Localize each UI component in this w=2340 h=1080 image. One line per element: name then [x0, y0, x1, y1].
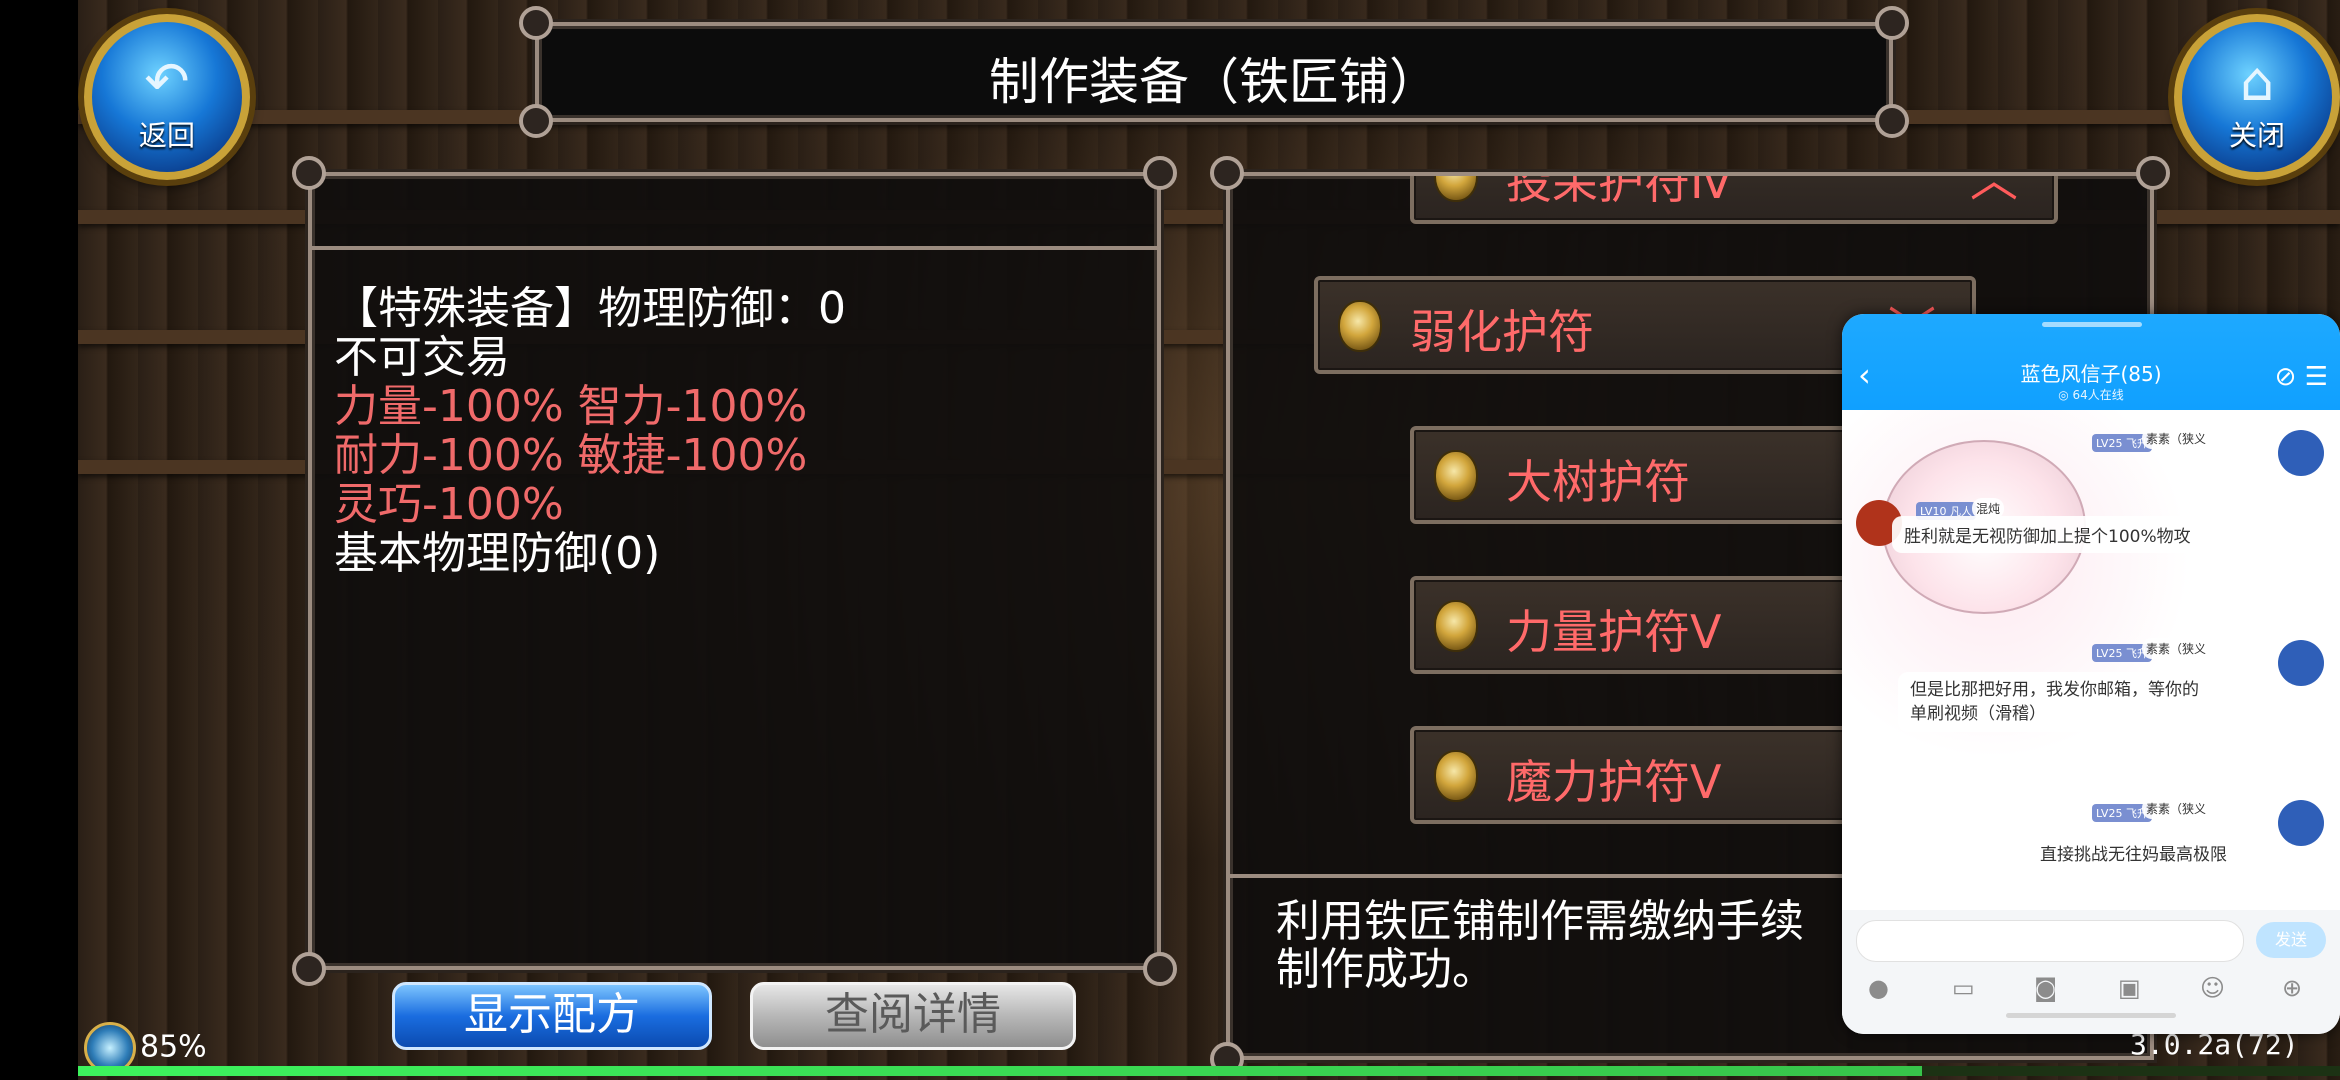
item-stat-line: 不可交易 [334, 332, 510, 383]
image-icon[interactable]: ▭ [1952, 974, 1975, 1002]
tag-icon[interactable]: ⊘ [2275, 362, 2297, 392]
chat-title: 蓝色风信子(85) [2020, 362, 2162, 386]
avatar[interactable] [2278, 800, 2324, 846]
loading-progress-bar [78, 1066, 2340, 1076]
mic-icon[interactable]: ● [1868, 974, 1889, 1002]
corner-ornament [519, 104, 553, 138]
corner-ornament [1143, 952, 1177, 986]
corner-ornament [1143, 156, 1177, 190]
page-title: 制作装备（铁匠铺） [989, 53, 1439, 111]
drag-handle[interactable] [2042, 322, 2142, 327]
send-button[interactable]: 发送 [2256, 922, 2326, 958]
menu-icon[interactable]: ☰ [2305, 362, 2328, 392]
camera-icon[interactable]: ◙ [2034, 974, 2057, 1002]
recipe-item[interactable]: 投呆护符Ⅳ ︿ [1410, 176, 2058, 224]
sender-name: 素素（狭义 [2142, 428, 2211, 449]
avatar[interactable] [2278, 430, 2324, 476]
corner-ornament [1875, 6, 1909, 40]
close-button[interactable]: ⌂ 关闭 [2174, 14, 2340, 180]
chevron-up-icon[interactable]: ︿ [1970, 176, 2018, 210]
plus-icon[interactable]: ⊕ [2282, 974, 2302, 1002]
amulet-icon [1434, 750, 1478, 802]
item-stat-line: 灵巧-100% [334, 479, 564, 530]
chat-header-actions: ⊘ ☰ [2275, 362, 2328, 392]
amulet-icon [1434, 600, 1478, 652]
show-recipe-button[interactable]: 显示配方 [392, 982, 712, 1050]
view-details-button[interactable]: 查阅详情 [750, 982, 1076, 1050]
recipe-item-label: 投呆护符Ⅳ [1506, 176, 1733, 209]
amulet-icon [1434, 450, 1478, 502]
amulet-icon [1338, 300, 1382, 352]
avatar[interactable] [2278, 640, 2324, 686]
corner-ornament [292, 156, 326, 190]
chat-message: 但是比那把好用，我发你邮箱，等你的单刷视频（滑稽） [1898, 672, 2222, 732]
back-arrow-icon: ↶ [144, 50, 190, 113]
chat-header: ‹ 蓝色风信子(85) ◎ 64人在线 ⊘ ☰ [1842, 314, 2340, 410]
item-stat-line: 耐力-100% 敏捷-100% [334, 430, 808, 481]
recipe-item-label: 大树护符 [1506, 455, 1690, 509]
item-stats: 【特殊装备】物理防御：0 不可交易 力量-100% 智力-100% 耐力-100… [334, 284, 846, 578]
corner-ornament [519, 6, 553, 40]
item-info-panel: 【特殊装备】物理防御：0 不可交易 力量-100% 智力-100% 耐力-100… [292, 156, 1177, 986]
item-stat-line: 力量-100% 智力-100% [334, 381, 808, 432]
description-text: 利用铁匠铺制作需缴纳手续 制作成功。 [1276, 898, 1804, 994]
chat-input-bar: 发送 ● ▭ ◙ ▣ ☺ ⊕ [1842, 910, 2340, 1034]
recipe-item-label: 力量护符Ⅴ [1506, 605, 1722, 659]
chat-input[interactable] [1856, 920, 2244, 962]
gift-icon[interactable]: ▣ [2118, 974, 2141, 1002]
home-indicator [2006, 1013, 2176, 1018]
recipe-item-label: 魔力护符Ⅴ [1506, 755, 1722, 809]
recipe-item-label: 弱化护符 [1410, 305, 1594, 359]
battery-text: 85% [140, 1029, 207, 1065]
chat-messages[interactable]: LV25 飞升 素素（狭义 LV10 凡人 混炖 胜利就是无视防御加上提个100… [1842, 410, 2340, 910]
sender-name: 素素（狭义 [2142, 638, 2211, 659]
corner-ornament [1875, 104, 1909, 138]
description-line: 利用铁匠铺制作需缴纳手续 [1276, 896, 1804, 947]
close-label: 关闭 [2228, 119, 2285, 152]
corner-ornament [292, 952, 326, 986]
item-stat-line: 基本物理防御(0) [334, 528, 661, 579]
chat-message: 胜利就是无视防御加上提个100%物攻 [1892, 516, 2203, 553]
back-label: 返回 [138, 119, 195, 152]
home-icon: ⌂ [2239, 50, 2275, 113]
sender-name: 素素（狭义 [2142, 798, 2211, 819]
amulet-icon [1434, 176, 1478, 202]
item-stat-line: 【特殊装备】物理防御：0 [334, 283, 846, 334]
back-button[interactable]: ↶ 返回 [84, 14, 250, 180]
chat-message: 直接挑战无往妈最高极限 [2028, 834, 2239, 871]
chat-overlay[interactable]: ‹ 蓝色风信子(85) ◎ 64人在线 ⊘ ☰ LV25 飞升 素素（狭义 LV… [1842, 314, 2340, 1034]
item-info-header [312, 176, 1157, 250]
title-bar: 制作装备（铁匠铺） [519, 6, 1909, 138]
description-line: 制作成功。 [1276, 944, 1496, 995]
progress-fill [78, 1066, 1922, 1076]
online-count: ◎ 64人在线 [2058, 388, 2124, 402]
emoji-icon[interactable]: ☺ [2200, 974, 2225, 1002]
